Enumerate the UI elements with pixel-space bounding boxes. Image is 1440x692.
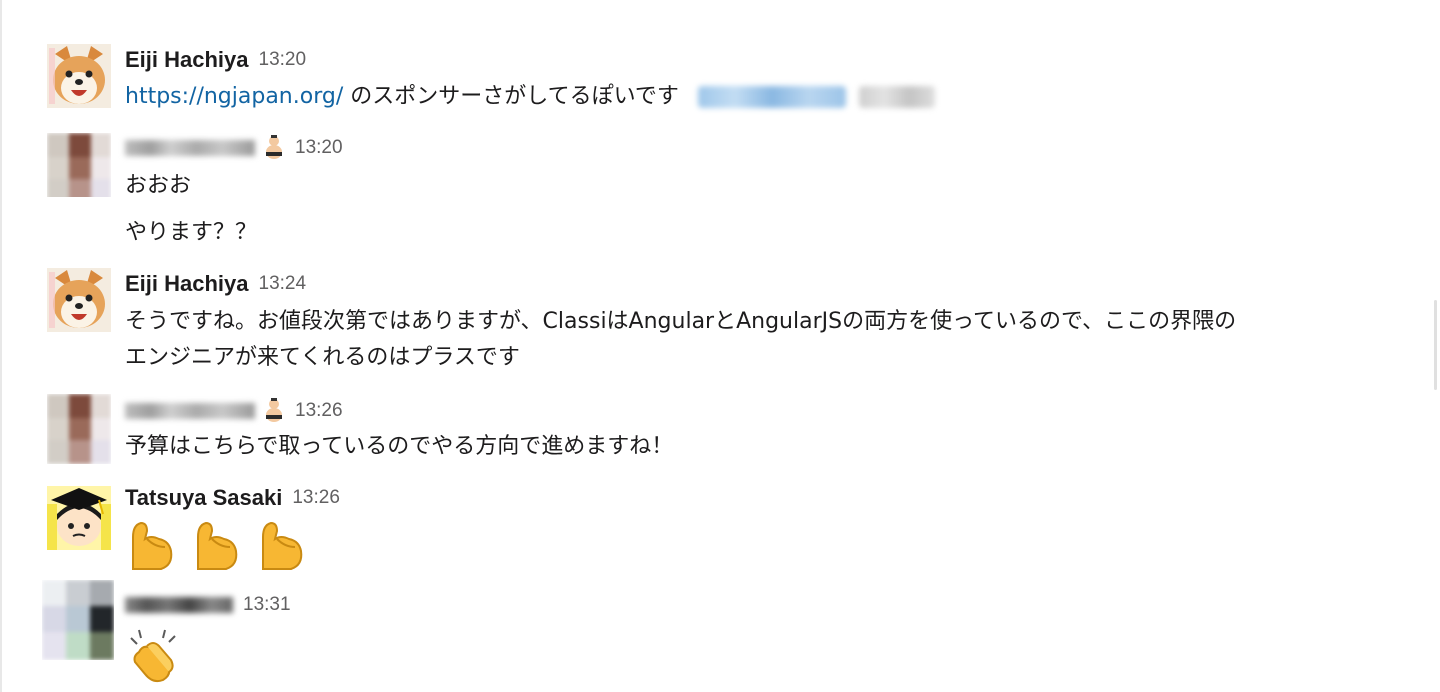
timestamp[interactable]: 13:20 <box>259 49 307 71</box>
avatar[interactable] <box>42 580 114 660</box>
message-body: のスポンサーさがしてるぽいです <box>343 84 679 109</box>
message-text: そうですね。お値段次第ではありますが、ClassiはAngularとAngula… <box>125 309 1237 334</box>
emoji-row <box>125 517 309 577</box>
flexed-biceps-icon[interactable] <box>190 517 244 573</box>
author-name[interactable]: Tatsuya Sasaki <box>125 485 282 511</box>
redacted-mention <box>697 86 846 108</box>
sumo-wrestler-icon <box>266 135 282 159</box>
scrollbar-thumb[interactable] <box>1434 300 1437 390</box>
flexed-biceps-icon[interactable] <box>255 517 309 573</box>
redacted-author-name[interactable] <box>125 140 255 156</box>
timestamp[interactable]: 13:26 <box>295 400 343 422</box>
message-pane-divider <box>0 0 2 692</box>
shiba-dog-icon <box>47 44 111 108</box>
timestamp[interactable]: 13:24 <box>259 273 307 295</box>
timestamp[interactable]: 13:26 <box>292 487 340 509</box>
avatar[interactable] <box>47 486 111 550</box>
clapping-hands-icon[interactable] <box>125 626 183 684</box>
avatar[interactable] <box>47 268 111 332</box>
graduate-character-icon <box>47 486 111 550</box>
message-text: やります？？ <box>125 220 258 245</box>
message-text: おおお <box>125 173 192 198</box>
flexed-biceps-icon[interactable] <box>125 517 179 573</box>
message-text: https://ngjapan.org/ のスポンサーさがしてるぽいです <box>125 80 935 114</box>
timestamp[interactable]: 13:31 <box>243 594 291 616</box>
blurred-avatar-icon <box>47 394 111 464</box>
author-name[interactable]: Eiji Hachiya <box>125 271 249 297</box>
message-text: 予算はこちらで取っているのでやる方向で進めますね！ <box>125 434 674 459</box>
timestamp[interactable]: 13:20 <box>295 137 343 159</box>
author-name[interactable]: Eiji Hachiya <box>125 47 249 73</box>
blurred-avatar-icon <box>47 133 111 197</box>
avatar[interactable] <box>47 44 111 108</box>
message-text: エンジニアが来てくれるのはプラスです <box>125 345 520 370</box>
emoji-row <box>125 626 183 686</box>
blurred-avatar-icon <box>42 580 114 660</box>
sumo-wrestler-icon <box>266 398 282 422</box>
redacted-author-name[interactable] <box>125 403 255 419</box>
redacted-text <box>858 86 935 108</box>
avatar[interactable] <box>47 133 111 197</box>
shiba-dog-icon <box>47 268 111 332</box>
avatar[interactable] <box>47 394 111 464</box>
message-link[interactable]: https://ngjapan.org/ <box>125 84 343 109</box>
redacted-author-name[interactable] <box>125 597 233 613</box>
